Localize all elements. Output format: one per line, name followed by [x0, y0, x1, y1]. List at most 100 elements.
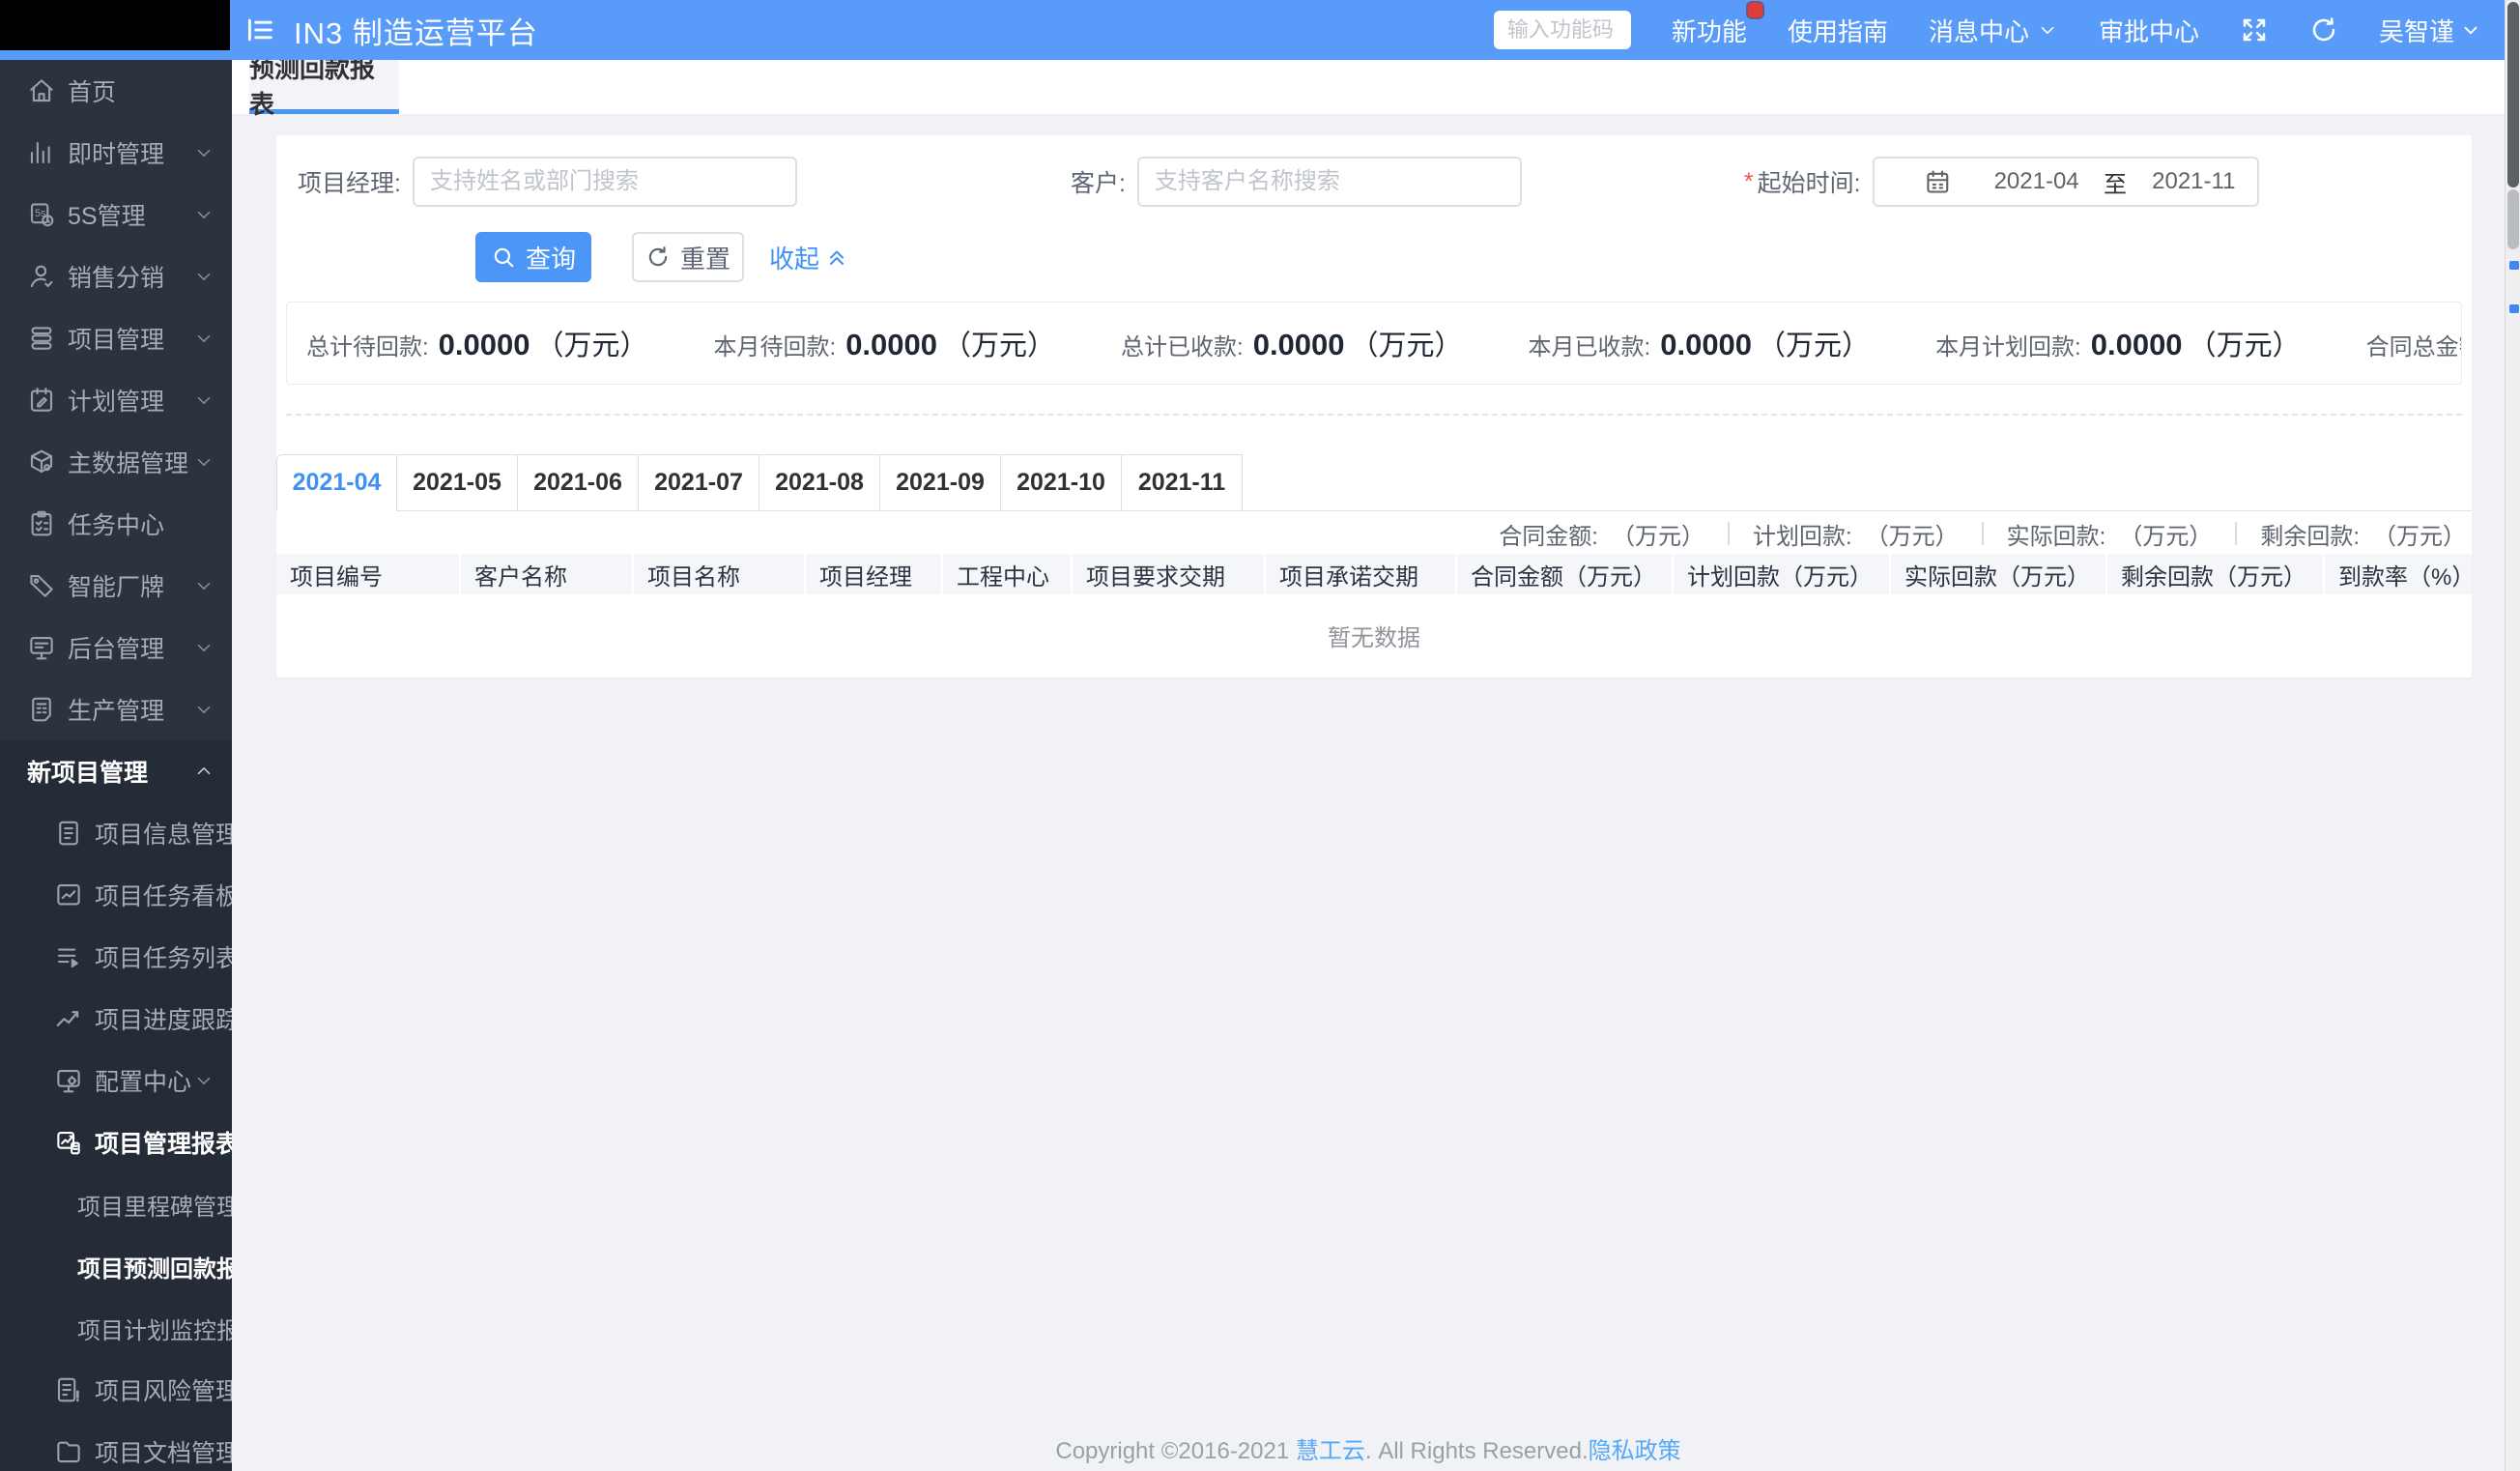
- scrollbar-marker: [2509, 304, 2519, 313]
- table-summary-unit: （万元）: [1865, 523, 1959, 550]
- column-header: 到款率（%）: [2324, 554, 2472, 594]
- sidebar-item-project-task-list[interactable]: 项目任务列表: [0, 926, 232, 988]
- sidebar-item-milestone-report[interactable]: 项目里程碑管理表: [0, 1173, 232, 1235]
- sidebar-item-label: 即时管理: [68, 141, 165, 168]
- list-icon: [54, 942, 83, 971]
- header-nav-new-features[interactable]: 新功能: [1672, 2, 1762, 48]
- rights-text: . All Rights Reserved.: [1364, 1438, 1589, 1464]
- collapse-filters-link[interactable]: 收起: [769, 240, 848, 275]
- required-asterisk: *: [1743, 167, 1754, 195]
- vertical-scrollbar[interactable]: [2505, 0, 2520, 1471]
- sidebar-item-project-risk-mgmt[interactable]: 项目风险管理: [0, 1359, 232, 1421]
- chevron-down-icon: [193, 1379, 215, 1400]
- month-tab-2021-04[interactable]: 2021-04: [276, 454, 397, 511]
- column-header: 项目名称: [633, 554, 806, 594]
- sidebar-item-project-info-mgmt[interactable]: 项目信息管理: [0, 802, 232, 864]
- sidebar-item-config-center[interactable]: 配置中心: [0, 1050, 232, 1111]
- chevron-down-icon: [193, 204, 215, 225]
- header-nav-label: 审批中心: [2098, 16, 2199, 46]
- sidebar-item-project-doc-mgmt[interactable]: 项目文档管理: [0, 1421, 232, 1471]
- header-nav-label: 消息中心: [1928, 16, 2029, 46]
- privacy-policy-link[interactable]: 隐私政策: [1589, 1438, 1681, 1464]
- column-header: 工程中心: [942, 554, 1073, 594]
- sidebar-item-project-progress-tracking[interactable]: 项目进度跟踪: [0, 988, 232, 1050]
- scrollbar-thumb-shadow: [2507, 189, 2519, 249]
- sidebar-item-label: 项目计划监控报表: [77, 1317, 232, 1344]
- summary-stats-bar: 总计待回款: 0.0000 （万元） 本月待回款: 0.0000 （万元） 总计已收款: 0.…: [286, 302, 2462, 385]
- month-tab-2021-09[interactable]: 2021-09: [880, 454, 1001, 510]
- sidebar-item-new-project-mgmt[interactable]: 新项目管理: [0, 740, 232, 802]
- date-range-picker[interactable]: 2021-04 至 2021-11: [1872, 157, 2259, 207]
- sidebar-item-task-center[interactable]: 任务中心: [0, 493, 232, 555]
- stat-value: 0.0000: [845, 328, 938, 361]
- column-header: 项目要求交期: [1072, 554, 1266, 594]
- folder-icon: [54, 1437, 83, 1466]
- fives-icon: 5s: [27, 200, 56, 229]
- summary-stat: 总计已收款: 0.0000 （万元）: [1121, 323, 1463, 363]
- summary-stat: 总计待回款: 0.0000 （万元）: [306, 323, 648, 363]
- month-tab-2021-10[interactable]: 2021-10: [1001, 454, 1122, 510]
- search-button[interactable]: 查询: [475, 232, 591, 282]
- sidebar-item-sales-distribution[interactable]: 销售分销: [0, 245, 232, 307]
- user-name: 吴智谨: [2378, 16, 2454, 46]
- sidebar-item-label: 项目里程碑管理表: [77, 1194, 232, 1221]
- sidebar-item-5s-mgmt[interactable]: 5s 5S管理: [0, 184, 232, 245]
- sidebar-item-production-mgmt[interactable]: 生产管理: [0, 678, 232, 740]
- sidebar-item-master-data-mgmt[interactable]: 主数据管理: [0, 431, 232, 493]
- sidebar-item-forecast-payment-report[interactable]: 项目预测回款报表: [0, 1235, 232, 1297]
- stat-value: 0.0000: [438, 328, 530, 361]
- sidebar-item-label: 后台管理: [68, 636, 165, 663]
- summary-stat: 合同总金额:0.0000（万元）: [2366, 323, 2461, 363]
- sidebar-item-backend-mgmt[interactable]: 后台管理: [0, 617, 232, 678]
- header-nav-approval-center[interactable]: 审批中心: [2099, 13, 2199, 48]
- monitor-icon: [27, 633, 56, 662]
- table-empty-row: 暂无数据: [276, 594, 2472, 678]
- reset-icon: [645, 245, 671, 270]
- date-range-label: 起始时间:: [1757, 170, 1861, 197]
- sidebar-item-smart-brand[interactable]: 智能厂牌: [0, 555, 232, 617]
- customer-input[interactable]: [1136, 157, 1522, 207]
- filter-row: 项目经理: 客户: * 起始时间: 2021-04 至 2021-11: [276, 135, 2472, 207]
- collapse-menu-icon[interactable]: [243, 14, 276, 46]
- date-start-value[interactable]: 2021-04: [1987, 168, 2086, 195]
- page-tabstrip: 预测回款报表: [232, 54, 2505, 119]
- reset-button[interactable]: 重置: [632, 232, 744, 282]
- scrollbar-thumb[interactable]: [2507, 2, 2519, 187]
- sidebar-item-plan-mgmt[interactable]: 计划管理: [0, 369, 232, 431]
- date-end-value[interactable]: 2021-11: [2144, 168, 2244, 195]
- sidebar-item-project-mgmt[interactable]: 项目管理: [0, 307, 232, 369]
- sidebar-item-label: 项目任务看板: [95, 883, 232, 910]
- sidebar-item-label: 项目进度跟踪: [95, 1007, 232, 1034]
- table-summary-item: 计划回款: （万元）: [1753, 517, 1959, 551]
- manager-input[interactable]: [412, 157, 797, 207]
- stat-value: 0.0000: [1252, 328, 1345, 361]
- summary-stat: 本月计划回款: 0.0000 （万元）: [1935, 323, 2301, 363]
- month-tab-2021-08[interactable]: 2021-08: [759, 454, 880, 510]
- sidebar-item-realtime-mgmt[interactable]: 即时管理: [0, 122, 232, 184]
- chevron-up-icon: [193, 761, 215, 782]
- month-tab-2021-11[interactable]: 2021-11: [1122, 454, 1243, 510]
- header-nav-message-center[interactable]: 消息中心: [1929, 13, 2058, 48]
- table-summary-divider: [1727, 522, 1730, 545]
- month-tab-2021-06[interactable]: 2021-06: [518, 454, 639, 510]
- scrollbar-marker: [2509, 261, 2519, 270]
- company-link[interactable]: 慧工云: [1296, 1438, 1365, 1464]
- column-header: 项目编号: [276, 554, 461, 594]
- stat-unit: （万元）: [535, 331, 648, 361]
- header-nav-user-guide[interactable]: 使用指南: [1788, 13, 1888, 48]
- chevron-down-icon: [193, 637, 215, 658]
- refresh-icon[interactable]: [2309, 15, 2338, 44]
- sidebar-item-plan-monitor-report[interactable]: 项目计划监控报表: [0, 1297, 232, 1359]
- table-summary-label: 合同金额:: [1499, 523, 1598, 550]
- function-code-input[interactable]: [1493, 11, 1631, 49]
- user-menu[interactable]: 吴智谨: [2379, 13, 2481, 48]
- sidebar-item-project-task-board[interactable]: 项目任务看板: [0, 864, 232, 926]
- month-tab-2021-05[interactable]: 2021-05: [397, 454, 518, 510]
- sidebar-item-home[interactable]: 首页: [0, 60, 232, 122]
- fullscreen-icon[interactable]: [2240, 15, 2269, 44]
- tab-forecast-payment-report[interactable]: 预测回款报表: [249, 54, 399, 119]
- chevron-up-icon: [193, 1132, 215, 1153]
- month-tab-2021-07[interactable]: 2021-07: [639, 454, 759, 510]
- sidebar-item-project-report[interactable]: 项目管理报表: [0, 1111, 232, 1173]
- risk-icon: [54, 1375, 83, 1404]
